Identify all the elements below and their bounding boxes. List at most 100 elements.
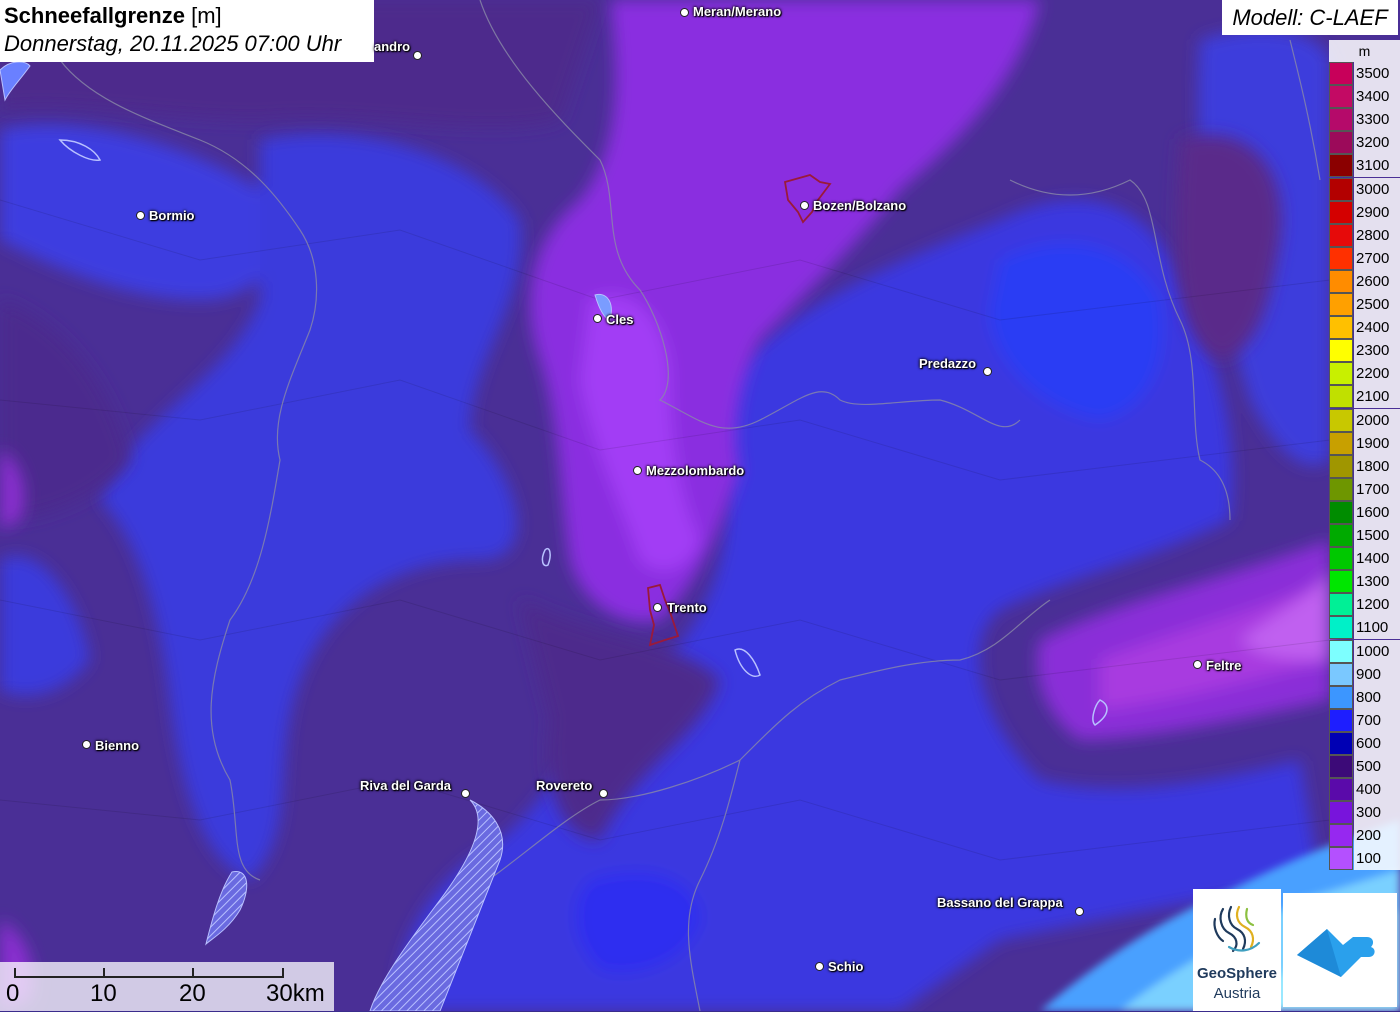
legend-swatch: [1329, 85, 1353, 109]
legend-swatch: [1329, 339, 1353, 363]
legend-row: 2400: [1329, 316, 1400, 340]
legend-label: 2600: [1354, 269, 1400, 293]
city-label-riva: Riva del Garda: [360, 778, 452, 793]
map-title-name: Schneefallgrenze: [4, 3, 185, 28]
legend-label: 600: [1354, 731, 1400, 755]
legend-label: 3400: [1354, 85, 1400, 109]
legend-label: 1100: [1354, 616, 1400, 640]
legend-swatch: [1329, 246, 1353, 270]
city-dot-bassano[interactable]: [1075, 907, 1084, 916]
legend-swatch: [1329, 708, 1353, 732]
legend-row: 2700: [1329, 246, 1400, 270]
legend-row: 200: [1329, 824, 1400, 848]
city-label-sondrio: andro: [374, 39, 411, 54]
legend-label: 400: [1354, 778, 1400, 802]
legend-row: 1400: [1329, 547, 1400, 571]
legend-label: 500: [1354, 755, 1400, 779]
legend-swatch: [1329, 685, 1353, 709]
legend-swatch: [1329, 778, 1353, 802]
scale-label-30km: 30km: [266, 980, 325, 1007]
legend-row: 3400: [1329, 85, 1400, 109]
legend-label: 2000: [1354, 408, 1400, 432]
legend-label: 3000: [1354, 177, 1400, 201]
city-dot-rovereto[interactable]: [599, 789, 608, 798]
scale-label-10: 10: [90, 980, 117, 1007]
city-label-schio: Schio: [828, 959, 864, 974]
legend-label: 300: [1354, 801, 1400, 825]
legend-label: 800: [1354, 685, 1400, 709]
legend-label: 1600: [1354, 500, 1400, 524]
model-label: Modell: C-LAEF: [1222, 0, 1398, 35]
legend-label: 3100: [1354, 154, 1400, 178]
city-label-bozen: Bozen/Bolzano: [813, 198, 907, 213]
geosphere-logo[interactable]: GeoSphere Austria: [1193, 889, 1281, 1011]
legend-row: 3000: [1329, 177, 1400, 201]
city-dot-predazzo[interactable]: [983, 367, 992, 376]
legend-swatch: [1329, 454, 1353, 478]
city-dot-riva[interactable]: [461, 789, 470, 798]
legend-row: 2900: [1329, 200, 1400, 224]
legend-row: 1800: [1329, 454, 1400, 478]
legend-label: 1900: [1354, 431, 1400, 455]
scale-tick: [14, 968, 16, 976]
legend-swatch: [1329, 431, 1353, 455]
city-dot-feltre[interactable]: [1193, 660, 1202, 669]
legend-label: 1700: [1354, 477, 1400, 501]
city-label-feltre: Feltre: [1206, 658, 1242, 673]
legend-row: 2100: [1329, 385, 1400, 409]
cloud-mountain-logo-icon: [1297, 929, 1375, 977]
snowfall-map[interactable]: [0, 0, 1400, 1011]
legend-row: 2300: [1329, 339, 1400, 363]
legend-label: 2200: [1354, 362, 1400, 386]
partner-logo[interactable]: [1283, 893, 1397, 1007]
city-dot-bienno[interactable]: [82, 740, 91, 749]
legend-swatch: [1329, 108, 1353, 132]
legend-label: 1800: [1354, 454, 1400, 478]
legend-label: 1000: [1354, 639, 1400, 663]
map-datetime: Donnerstag, 20.11.2025 07:00 Uhr: [4, 31, 342, 56]
city-dot-bormio[interactable]: [136, 211, 145, 220]
city-dot-schio[interactable]: [815, 962, 824, 971]
legend-row: 1600: [1329, 500, 1400, 524]
scale-bar: 0 10 20 30km: [0, 962, 334, 1011]
legend-label: 3500: [1354, 62, 1400, 86]
legend-label: 200: [1354, 824, 1400, 848]
city-dot-meran[interactable]: [680, 8, 689, 17]
color-legend: m 3500 3400 3300 3200 3100 3000 2900 2800 2700 26…: [1329, 40, 1400, 872]
city-dot-mezzolombardo[interactable]: [633, 466, 642, 475]
legend-row: 2600: [1329, 269, 1400, 293]
city-label-cles: Cles: [606, 312, 634, 327]
city-dot-cles[interactable]: [593, 314, 602, 323]
legend-label: 900: [1354, 662, 1400, 686]
scale-label-20: 20: [179, 980, 206, 1007]
legend-swatch: [1329, 801, 1353, 825]
legend-swatch: [1329, 154, 1353, 178]
legend-row: 2200: [1329, 362, 1400, 386]
legend-swatch: [1329, 547, 1353, 571]
legend-row: 1300: [1329, 570, 1400, 594]
legend-swatch: [1329, 824, 1353, 848]
city-label-bienno: Bienno: [95, 738, 140, 753]
legend-swatch: [1329, 362, 1353, 386]
legend-row: 3200: [1329, 131, 1400, 155]
legend-row: 1100: [1329, 616, 1400, 640]
legend-row: 600: [1329, 731, 1400, 755]
legend-swatch: [1329, 500, 1353, 524]
legend-swatch: [1329, 570, 1353, 594]
legend-swatch: [1329, 847, 1353, 871]
map-title-box: Schneefallgrenze [m] Donnerstag, 20.11.2…: [0, 0, 374, 62]
scale-label-0: 0: [6, 980, 20, 1007]
legend-swatch: [1329, 639, 1353, 663]
city-dot-sondrio[interactable]: [413, 51, 422, 60]
legend-row: 700: [1329, 708, 1400, 732]
legend-swatch: [1329, 662, 1353, 686]
legend-row: 1000: [1329, 639, 1400, 663]
city-label-rovereto: Rovereto: [536, 778, 593, 793]
legend-label: 1200: [1354, 593, 1400, 617]
city-dot-trento[interactable]: [653, 603, 662, 612]
legend-row: 1200: [1329, 593, 1400, 617]
legend-label: 1300: [1354, 570, 1400, 594]
legend-swatch: [1329, 131, 1353, 155]
city-dot-bozen[interactable]: [800, 201, 809, 210]
scale-tick: [103, 968, 105, 976]
